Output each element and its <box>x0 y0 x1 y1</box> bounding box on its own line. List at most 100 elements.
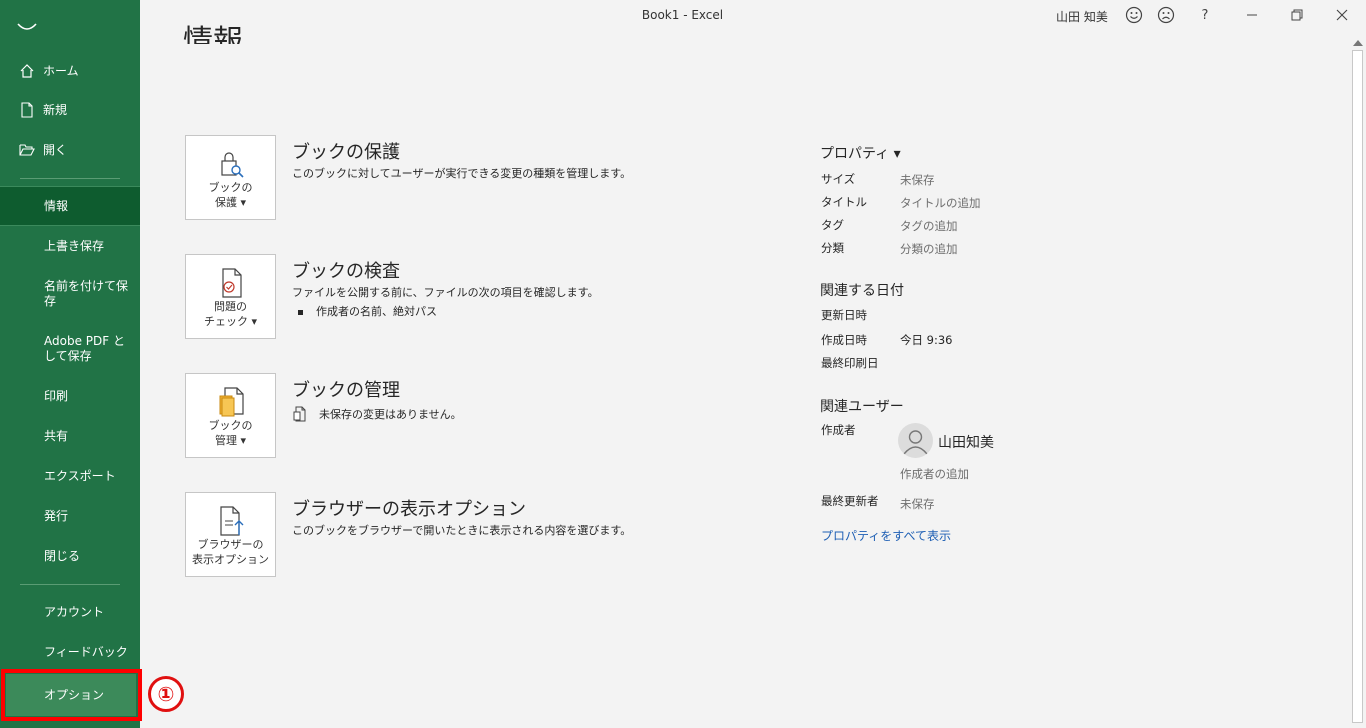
manage-workbook-desc: 未保存の変更はありません。 <box>319 408 462 421</box>
signed-in-user[interactable]: 山田 知美 <box>1056 8 1108 25</box>
person-icon <box>903 430 928 455</box>
sidebar-item-new[interactable]: 新規 <box>0 100 140 120</box>
sidebar-item-info[interactable]: 情報 <box>0 186 140 226</box>
button-label-line2: 管理 ▾ <box>214 434 247 447</box>
sidebar-item-save-as[interactable]: 名前を付けて保存 <box>0 277 140 311</box>
folder-open-icon <box>19 142 35 158</box>
backstage-sidebar: ホーム 新規 開く 情報 上書き保存 名前を付けて保存 Adobe PDF とし… <box>0 0 140 728</box>
sidebar-item-label: アカウント <box>44 604 105 619</box>
sidebar-item-share[interactable]: 共有 <box>0 426 140 446</box>
sidebar-item-feedback[interactable]: フィードバック <box>0 642 140 662</box>
prop-category-label: 分類 <box>821 241 844 255</box>
prop-title-label: タイトル <box>821 195 867 209</box>
smile-icon[interactable] <box>1125 6 1143 24</box>
help-icon[interactable]: ? <box>1196 6 1214 24</box>
button-label-line1: ブラウザーの <box>197 538 264 551</box>
sidebar-item-label: ホーム <box>43 63 79 78</box>
back-arrow-icon[interactable] <box>16 22 38 36</box>
bullet-marker <box>298 309 303 315</box>
browser-view-title: ブラウザーの表示オプション <box>292 499 526 520</box>
related-people-heading: 関連ユーザー <box>820 399 904 415</box>
manage-workbook-title: ブックの管理 <box>292 380 400 401</box>
prop-tags-input[interactable]: タグの追加 <box>900 218 958 234</box>
sidebar-item-label: エクスポート <box>44 468 116 483</box>
step-number-badge: ① <box>148 676 184 712</box>
sidebar-item-print[interactable]: 印刷 <box>0 386 140 406</box>
last-modified-by-value: 未保存 <box>900 497 935 511</box>
frown-icon[interactable] <box>1157 6 1175 24</box>
date-created-value: 今日 9:36 <box>900 333 953 347</box>
sidebar-item-account[interactable]: アカウント <box>0 602 140 622</box>
related-dates-heading: 関連する日付 <box>820 283 904 299</box>
prop-tags-label: タグ <box>821 218 844 232</box>
sidebar-item-label: Adobe PDF として保存 <box>44 334 125 363</box>
sidebar-item-close[interactable]: 閉じる <box>0 546 140 566</box>
prop-size-value: 未保存 <box>900 173 935 187</box>
author-label: 作成者 <box>821 423 856 437</box>
properties-heading[interactable]: プロパティ ▾ <box>820 143 901 163</box>
manage-document-icon <box>219 387 244 417</box>
inspect-workbook-title: ブックの検査 <box>292 261 400 282</box>
minimize-icon[interactable] <box>1243 6 1261 24</box>
protect-workbook-button[interactable]: ブックの 保護 ▾ <box>185 135 276 220</box>
protect-workbook-desc: このブックに対してユーザーが実行できる変更の種類を管理します。 <box>292 167 632 180</box>
check-for-issues-button[interactable]: 問題の チェック ▾ <box>185 254 276 339</box>
inspect-bullet-text: 作成者の名前、絶対パス <box>316 305 437 318</box>
protect-workbook-title: ブックの保護 <box>292 142 400 163</box>
sidebar-item-save[interactable]: 上書き保存 <box>0 236 140 256</box>
browser-view-desc: このブックをブラウザーで開いたときに表示される内容を選びます。 <box>292 524 632 537</box>
author-avatar <box>898 423 933 458</box>
restore-icon[interactable] <box>1288 6 1306 24</box>
sidebar-item-label: 開く <box>43 142 68 157</box>
inspect-workbook-desc: ファイルを公開する前に、ファイルの次の項目を確認します。 <box>292 286 599 299</box>
prop-category-input[interactable]: 分類の追加 <box>900 241 958 257</box>
sidebar-item-label: 名前を付けて保存 <box>44 279 129 308</box>
document-check-icon <box>222 268 242 298</box>
prop-title-input[interactable]: タイトルの追加 <box>900 195 981 211</box>
manage-workbook-button[interactable]: ブックの 管理 ▾ <box>185 373 276 458</box>
options-highlight-box <box>1 669 142 721</box>
date-printed-label: 最終印刷日 <box>821 356 879 370</box>
sidebar-item-export[interactable]: エクスポート <box>0 466 140 486</box>
sidebar-item-publish[interactable]: 発行 <box>0 506 140 526</box>
author-name[interactable]: 山田知美 <box>938 432 994 452</box>
sidebar-divider <box>20 178 120 179</box>
prop-size-label: サイズ <box>821 172 856 186</box>
page-title: 情報 <box>183 24 243 44</box>
close-icon[interactable] <box>1333 6 1351 24</box>
sidebar-item-label: 閉じる <box>44 548 81 563</box>
browser-view-options-button[interactable]: ブラウザーの 表示オプション <box>185 492 276 577</box>
sidebar-divider <box>20 584 120 585</box>
sidebar-item-label: 発行 <box>44 508 69 523</box>
button-label-line1: 問題の <box>214 300 247 313</box>
add-author-input[interactable]: 作成者の追加 <box>900 466 969 482</box>
sidebar-item-label: 上書き保存 <box>44 238 105 253</box>
scroll-up-arrow-icon[interactable] <box>1353 40 1363 46</box>
button-label-line2: 表示オプション <box>192 553 269 566</box>
sidebar-item-open[interactable]: 開く <box>0 140 140 160</box>
sidebar-item-label: 新規 <box>43 102 68 117</box>
button-label-line1: ブックの <box>208 181 253 194</box>
button-label-line2: チェック ▾ <box>203 315 258 328</box>
last-modified-by-label: 最終更新者 <box>821 494 879 508</box>
button-label-line2: 保護 ▾ <box>214 196 247 209</box>
sidebar-item-home[interactable]: ホーム <box>0 61 140 81</box>
sidebar-item-save-as-pdf[interactable]: Adobe PDF として保存 <box>0 332 140 366</box>
show-all-properties-link[interactable]: プロパティをすべて表示 <box>821 527 951 544</box>
sidebar-item-label: 情報 <box>44 198 69 213</box>
lock-search-icon <box>221 152 244 178</box>
browser-document-icon <box>220 506 244 536</box>
date-modified-label: 更新日時 <box>821 308 867 322</box>
new-document-icon <box>19 102 35 118</box>
sidebar-item-label: フィードバック <box>44 644 128 659</box>
scroll-thumb[interactable] <box>1352 50 1363 723</box>
document-icon <box>293 406 306 422</box>
inspect-bullet: 作成者の名前、絶対パス <box>298 303 437 319</box>
sidebar-item-label: 共有 <box>44 428 69 443</box>
button-label-line1: ブックの <box>208 419 253 432</box>
sidebar-item-label: 印刷 <box>44 388 69 403</box>
window-title: Book1 - Excel <box>641 8 724 22</box>
date-created-label: 作成日時 <box>821 333 867 347</box>
home-icon <box>19 63 35 79</box>
manage-workbook-status: 未保存の変更はありません。 <box>293 406 462 422</box>
